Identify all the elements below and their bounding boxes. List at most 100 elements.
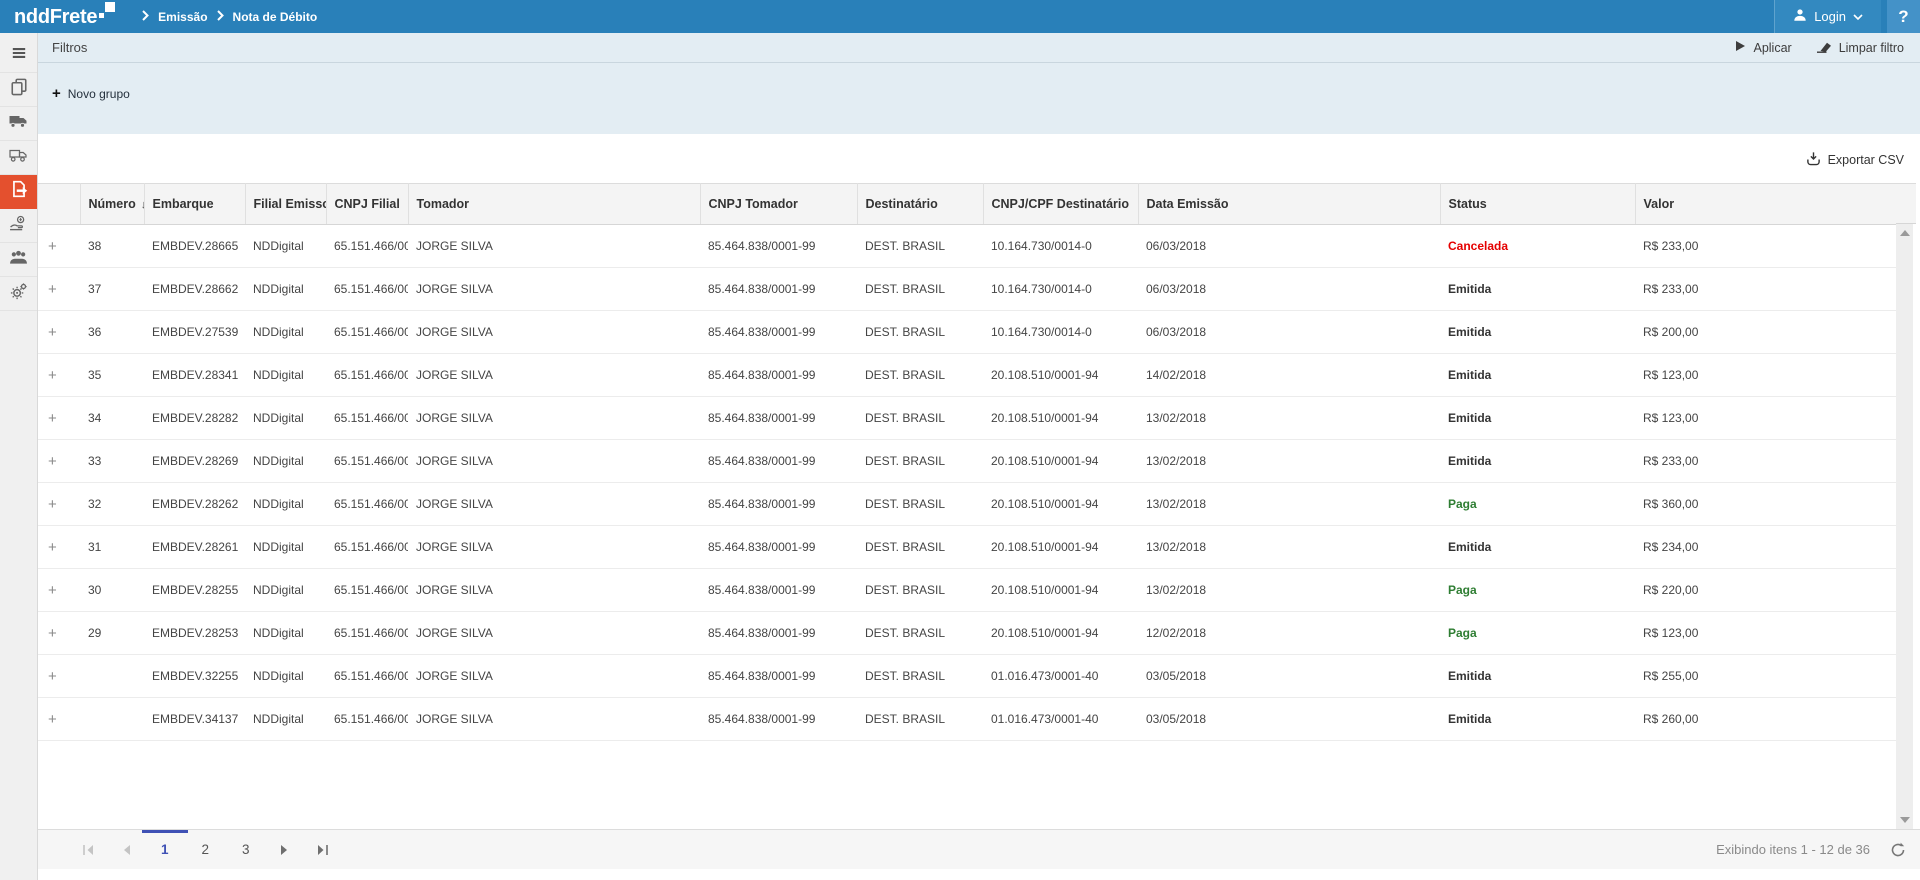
- help-button[interactable]: ?: [1887, 0, 1920, 33]
- header-cnpj-tomador[interactable]: CNPJ Tomador: [700, 184, 857, 225]
- header-status[interactable]: Status: [1440, 184, 1635, 225]
- table-header: Número↓ Embarque Filial Emissora CNPJ Fi…: [38, 184, 1896, 225]
- expand-row-button[interactable]: +: [38, 311, 80, 354]
- cell-filial-emissora: NDDigital: [245, 397, 326, 440]
- cell-cnpj-filial: 65.151.466/000...: [326, 612, 408, 655]
- apply-filter-button[interactable]: Aplicar: [1735, 40, 1791, 55]
- header-cnpj-filial[interactable]: CNPJ Filial: [326, 184, 408, 225]
- expand-row-button[interactable]: +: [38, 655, 80, 698]
- header-cnpj-cpf-destinatario[interactable]: CNPJ/CPF Destinatário: [983, 184, 1138, 225]
- cell-destinatario: DEST. BRASIL: [857, 612, 983, 655]
- cell-cnpj-tomador: 85.464.838/0001-99: [700, 397, 857, 440]
- sidebar-item-configuracoes[interactable]: [0, 277, 37, 311]
- expand-row-button[interactable]: +: [38, 440, 80, 483]
- clear-filter-label: Limpar filtro: [1839, 41, 1904, 55]
- sidebar-item-truck[interactable]: [0, 107, 37, 141]
- scroll-down-icon[interactable]: [1900, 817, 1910, 823]
- cell-embarque: EMBDEV.28255: [144, 569, 245, 612]
- sidebar-item-emissao[interactable]: [0, 175, 37, 209]
- cell-cnpj-filial: 65.151.466/000...: [326, 698, 408, 741]
- expand-row-button[interactable]: +: [38, 483, 80, 526]
- cell-filial-emissora: NDDigital: [245, 440, 326, 483]
- breadcrumb-nota-de-debito[interactable]: Nota de Débito: [233, 10, 318, 24]
- plus-icon: +: [52, 88, 61, 100]
- login-menu[interactable]: Login: [1774, 0, 1881, 33]
- expand-row-button[interactable]: +: [38, 698, 80, 741]
- cell-cnpj-filial: 65.151.466/000...: [326, 526, 408, 569]
- header-destinatario[interactable]: Destinatário: [857, 184, 983, 225]
- scroll-up-icon[interactable]: [1900, 230, 1910, 236]
- cell-status: Emitida: [1440, 440, 1635, 483]
- sidebar-item-usuarios[interactable]: [0, 243, 37, 277]
- last-page-button[interactable]: [316, 844, 329, 856]
- header-data-emissao[interactable]: Data Emissão: [1138, 184, 1440, 225]
- cell-numero: 38: [80, 225, 144, 268]
- clear-filter-button[interactable]: Limpar filtro: [1816, 40, 1904, 56]
- cell-cnpj-tomador: 85.464.838/0001-99: [700, 354, 857, 397]
- cell-cnpj-cpf-destinatario: 20.108.510/0001-94: [983, 440, 1138, 483]
- cell-filial-emissora: NDDigital: [245, 311, 326, 354]
- cell-cnpj-tomador: 85.464.838/0001-99: [700, 311, 857, 354]
- cell-numero: 36: [80, 311, 144, 354]
- page-1-button[interactable]: 1: [158, 842, 172, 857]
- header-filial-emissora[interactable]: Filial Emissora: [245, 184, 326, 225]
- expand-row-button[interactable]: +: [38, 569, 80, 612]
- cell-status: Emitida: [1440, 655, 1635, 698]
- cell-embarque: EMBDEV.28665: [144, 225, 245, 268]
- cell-status: Emitida: [1440, 354, 1635, 397]
- expand-row-button[interactable]: +: [38, 397, 80, 440]
- breadcrumb-emissao[interactable]: Emissão: [158, 10, 207, 24]
- cell-tomador: JORGE SILVA: [408, 225, 700, 268]
- export-csv-button[interactable]: Exportar CSV: [1806, 151, 1904, 169]
- sidebar-item-pagamentos[interactable]: [0, 209, 37, 243]
- cell-data-emissao: 13/02/2018: [1138, 440, 1440, 483]
- cell-data-emissao: 03/05/2018: [1138, 655, 1440, 698]
- expand-row-button[interactable]: +: [38, 354, 80, 397]
- cell-tomador: JORGE SILVA: [408, 569, 700, 612]
- grid-toolbar: Exportar CSV: [38, 134, 1920, 183]
- cell-filial-emissora: NDDigital: [245, 268, 326, 311]
- cell-embarque: EMBDEV.27539: [144, 311, 245, 354]
- cell-tomador: JORGE SILVA: [408, 311, 700, 354]
- download-icon: [1806, 151, 1821, 169]
- chevron-right-icon: [142, 10, 149, 24]
- sidebar: [0, 33, 38, 880]
- table-row: +29EMBDEV.28253NDDigital65.151.466/000..…: [38, 612, 1896, 655]
- first-page-button[interactable]: [82, 844, 95, 856]
- prev-page-button[interactable]: [122, 844, 131, 856]
- users-icon: [9, 249, 28, 270]
- table-scrollbar[interactable]: [1896, 224, 1913, 829]
- expand-row-button[interactable]: +: [38, 268, 80, 311]
- header-valor[interactable]: Valor: [1635, 184, 1896, 225]
- cell-valor: R$ 260,00: [1635, 698, 1896, 741]
- cell-data-emissao: 13/02/2018: [1138, 483, 1440, 526]
- cell-cnpj-cpf-destinatario: 20.108.510/0001-94: [983, 612, 1138, 655]
- refresh-button[interactable]: [1890, 842, 1906, 858]
- next-page-button[interactable]: [280, 844, 289, 856]
- login-label: Login: [1814, 9, 1846, 24]
- cell-valor: R$ 233,00: [1635, 268, 1896, 311]
- cell-tomador: JORGE SILVA: [408, 397, 700, 440]
- cell-cnpj-tomador: 85.464.838/0001-99: [700, 483, 857, 526]
- sidebar-item-documents[interactable]: [0, 73, 37, 107]
- page-2-button[interactable]: 2: [199, 842, 213, 857]
- cell-cnpj-cpf-destinatario: 20.108.510/0001-94: [983, 397, 1138, 440]
- expand-row-button[interactable]: +: [38, 612, 80, 655]
- header-numero[interactable]: Número↓: [80, 184, 144, 225]
- cell-filial-emissora: NDDigital: [245, 225, 326, 268]
- sidebar-item-menu[interactable]: [0, 39, 37, 73]
- sidebar-item-delivery[interactable]: [0, 141, 37, 175]
- main-content: Filtros Aplicar Limpar filtro + Novo gru…: [38, 33, 1920, 880]
- cell-cnpj-tomador: 85.464.838/0001-99: [700, 440, 857, 483]
- cell-tomador: JORGE SILVA: [408, 440, 700, 483]
- expand-row-button[interactable]: +: [38, 526, 80, 569]
- expand-row-button[interactable]: +: [38, 225, 80, 268]
- header-embarque[interactable]: Embarque: [144, 184, 245, 225]
- truck-icon: [9, 114, 28, 134]
- cell-tomador: JORGE SILVA: [408, 526, 700, 569]
- header-tomador[interactable]: Tomador: [408, 184, 700, 225]
- page-3-button[interactable]: 3: [239, 842, 253, 857]
- pager-info: Exibindo itens 1 - 12 de 36: [1716, 842, 1906, 858]
- app-logo[interactable]: nddFrete: [14, 5, 116, 29]
- new-group-button[interactable]: + Novo grupo: [52, 87, 130, 101]
